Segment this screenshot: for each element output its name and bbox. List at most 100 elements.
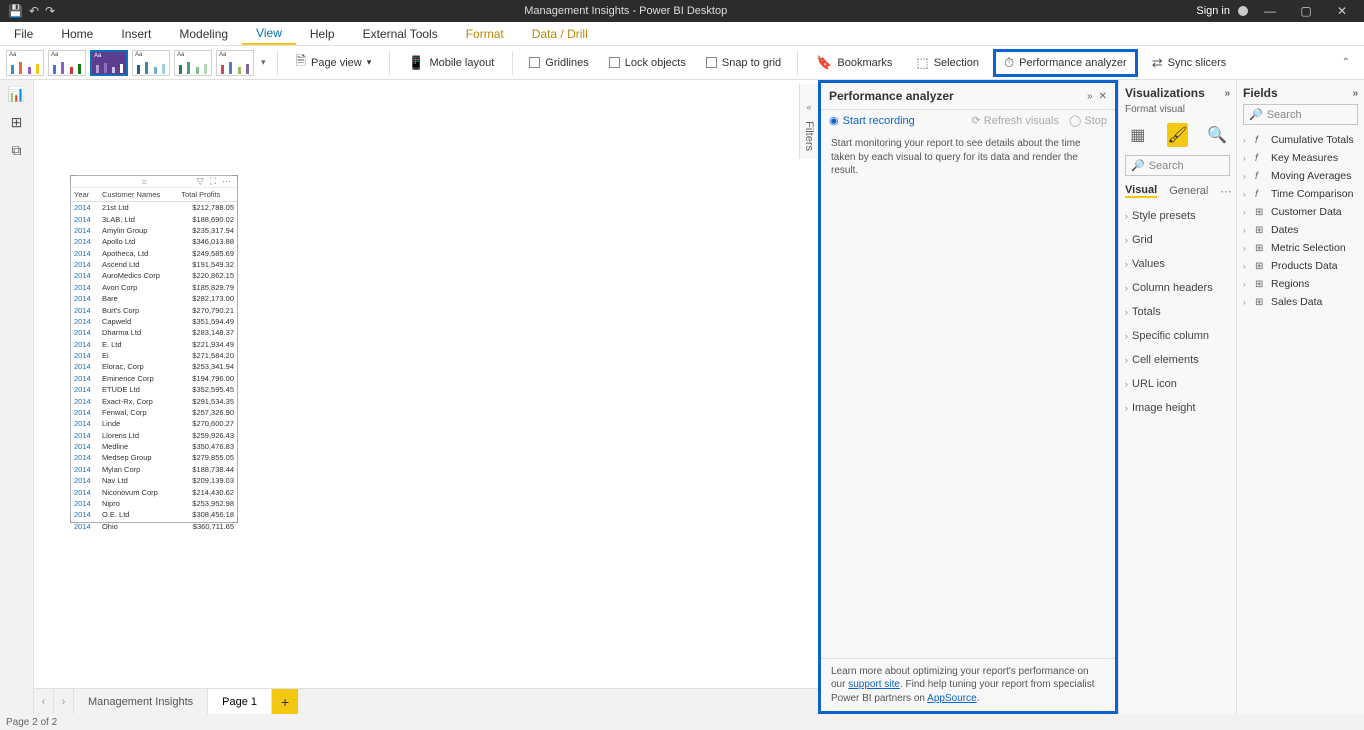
menu-help[interactable]: Help bbox=[296, 22, 349, 45]
appsource-link[interactable]: AppSource bbox=[927, 693, 976, 704]
table-row[interactable]: 201421st Ltd$212,788.05 bbox=[71, 202, 237, 214]
table-row[interactable]: 2014ETUDE Ltd$352,595.45 bbox=[71, 384, 237, 395]
user-avatar-icon[interactable] bbox=[1238, 6, 1248, 16]
field-table[interactable]: ›𝑓Time Comparison bbox=[1243, 185, 1358, 203]
sync-slicers-button[interactable]: ⇄Sync slicers bbox=[1142, 49, 1237, 77]
table-row[interactable]: 2014Medsep Group$279,855.05 bbox=[71, 452, 237, 463]
redo-icon[interactable]: ↷ bbox=[45, 4, 55, 18]
field-table[interactable]: ›⊞Products Data bbox=[1243, 257, 1358, 275]
table-row[interactable]: 2014E. Ltd$221,934.49 bbox=[71, 339, 237, 350]
table-row[interactable]: 2014Avon Corp$185,829.79 bbox=[71, 282, 237, 293]
chevron-right-icon[interactable]: » bbox=[1352, 88, 1358, 99]
table-row[interactable]: 2014Linde$270,600.27 bbox=[71, 418, 237, 429]
minimize-button[interactable]: — bbox=[1256, 4, 1284, 18]
page-tab-1[interactable]: Management Insights bbox=[74, 689, 208, 714]
selection-button[interactable]: ⬚Selection bbox=[906, 49, 989, 77]
field-table[interactable]: ›⊞Metric Selection bbox=[1243, 239, 1358, 257]
undo-icon[interactable]: ↶ bbox=[29, 4, 39, 18]
field-table[interactable]: ›⊞Regions bbox=[1243, 275, 1358, 293]
fields-search-input[interactable]: 🔎Search bbox=[1243, 104, 1358, 125]
support-site-link[interactable]: support site bbox=[848, 679, 900, 690]
menu-insert[interactable]: Insert bbox=[107, 22, 165, 45]
tab-visual[interactable]: Visual bbox=[1125, 184, 1157, 198]
format-visual-icon[interactable]: 🖌 bbox=[1167, 123, 1189, 147]
mobile-layout-button[interactable]: 📱Mobile layout bbox=[398, 49, 504, 77]
gridlines-checkbox[interactable]: Gridlines bbox=[521, 57, 596, 69]
table-row[interactable]: 2014Eminence Corp$194,796.00 bbox=[71, 373, 237, 384]
model-view-icon[interactable]: ⧉ bbox=[7, 142, 27, 158]
menu-data-drill[interactable]: Data / Drill bbox=[518, 22, 602, 45]
field-table[interactable]: ›⊞Dates bbox=[1243, 221, 1358, 239]
table-row[interactable]: 2014Exact-Rx, Corp$291,534.35 bbox=[71, 395, 237, 406]
perf-expand-icon[interactable]: » bbox=[1087, 91, 1093, 102]
tab-general[interactable]: General bbox=[1169, 185, 1208, 197]
field-table[interactable]: ›⊞Customer Data bbox=[1243, 203, 1358, 221]
table-visual[interactable]: ≡ ▽ ⛶ ⋯ YearCustomer NamesTotal Profits … bbox=[70, 175, 238, 523]
refresh-visuals-button[interactable]: ⟳ Refresh visuals bbox=[972, 114, 1059, 127]
signin-label[interactable]: Sign in bbox=[1196, 5, 1230, 17]
format-section[interactable]: ›Totals bbox=[1125, 300, 1230, 324]
menu-view[interactable]: View bbox=[242, 22, 296, 45]
analytics-icon[interactable]: 🔍 bbox=[1206, 123, 1228, 147]
table-row[interactable]: 2014Apollo Ltd$346,013.88 bbox=[71, 236, 237, 247]
table-row[interactable]: 2014Niconovum Corp$214,430.62 bbox=[71, 486, 237, 497]
table-row[interactable]: 2014Apotheca, Ltd$249,585.69 bbox=[71, 248, 237, 259]
format-section[interactable]: ›Image height bbox=[1125, 396, 1230, 420]
save-icon[interactable]: 💾 bbox=[8, 4, 23, 18]
focus-icon[interactable]: ⛶ bbox=[210, 176, 216, 187]
table-row[interactable]: 2014Capweld$351,594.49 bbox=[71, 316, 237, 327]
field-table[interactable]: ›𝑓Moving Averages bbox=[1243, 167, 1358, 185]
stop-button[interactable]: ◯ Stop bbox=[1069, 114, 1107, 127]
drag-handle-icon[interactable]: ≡ bbox=[142, 177, 147, 187]
column-header[interactable]: Year bbox=[71, 188, 99, 202]
menu-home[interactable]: Home bbox=[47, 22, 107, 45]
close-button[interactable]: ✕ bbox=[1328, 4, 1356, 18]
table-row[interactable]: 2014Elorac, Corp$253,341.94 bbox=[71, 361, 237, 372]
format-section[interactable]: ›Style presets bbox=[1125, 204, 1230, 228]
format-section[interactable]: ›Column headers bbox=[1125, 276, 1230, 300]
menu-file[interactable]: File bbox=[0, 22, 47, 45]
table-row[interactable]: 20143LAB, Ltd$188,690.02 bbox=[71, 213, 237, 224]
table-row[interactable]: 2014Ascend Ltd$191,549.32 bbox=[71, 259, 237, 270]
table-row[interactable]: 2014Dharma Ltd$283,148.37 bbox=[71, 327, 237, 338]
table-row[interactable]: 2014Mylan Corp$188,738.44 bbox=[71, 464, 237, 475]
filters-pane-collapsed[interactable]: « Filters bbox=[799, 84, 818, 159]
table-row[interactable]: 2014Fenwal, Corp$257,326.90 bbox=[71, 407, 237, 418]
perf-close-icon[interactable]: ✕ bbox=[1099, 91, 1107, 102]
format-section[interactable]: ›Values bbox=[1125, 252, 1230, 276]
build-visual-icon[interactable]: ▦ bbox=[1127, 123, 1149, 147]
theme-swatch-4[interactable]: Aa bbox=[132, 50, 170, 76]
column-header[interactable]: Customer Names bbox=[99, 188, 178, 202]
table-row[interactable]: 2014Burt's Corp$270,790.21 bbox=[71, 304, 237, 315]
performance-analyzer-button[interactable]: ⏱Performance analyzer bbox=[993, 49, 1138, 77]
page-tab-2[interactable]: Page 1 bbox=[208, 689, 272, 714]
theme-swatch-2[interactable]: Aa bbox=[48, 50, 86, 76]
start-recording-button[interactable]: ◉Start recording bbox=[829, 114, 915, 127]
page-view-button[interactable]: 🗎Page view▾ bbox=[286, 49, 382, 77]
more-icon[interactable]: ⋯ bbox=[222, 176, 231, 187]
table-row[interactable]: 2014Nipro$253,952.98 bbox=[71, 498, 237, 509]
snap-grid-checkbox[interactable]: Snap to grid bbox=[698, 57, 789, 69]
menu-format[interactable]: Format bbox=[452, 22, 518, 45]
report-canvas[interactable]: ≡ ▽ ⛶ ⋯ YearCustomer NamesTotal Profits … bbox=[34, 80, 818, 688]
table-row[interactable]: 2014O.E. Ltd$308,456.18 bbox=[71, 509, 237, 520]
format-section[interactable]: ›Cell elements bbox=[1125, 348, 1230, 372]
table-row[interactable]: 2014Amylin Group$235,317.94 bbox=[71, 225, 237, 236]
ribbon-collapse-icon[interactable]: ⌃ bbox=[1334, 57, 1358, 68]
table-row[interactable]: 2014Ei$271,584.20 bbox=[71, 350, 237, 361]
data-view-icon[interactable]: ⊞ bbox=[7, 114, 27, 130]
format-section[interactable]: ›Specific column bbox=[1125, 324, 1230, 348]
lock-objects-checkbox[interactable]: Lock objects bbox=[601, 57, 694, 69]
field-table[interactable]: ›𝑓Key Measures bbox=[1243, 149, 1358, 167]
table-row[interactable]: 2014Nav Ltd$209,139.03 bbox=[71, 475, 237, 486]
field-table[interactable]: ›⊞Sales Data bbox=[1243, 293, 1358, 311]
table-row[interactable]: 2014Llorens Ltd$259,926.43 bbox=[71, 430, 237, 441]
chevron-right-icon[interactable]: » bbox=[1224, 88, 1230, 99]
report-view-icon[interactable]: 📊 bbox=[7, 86, 27, 102]
page-next-button[interactable]: › bbox=[54, 689, 74, 714]
table-row[interactable]: 2014Bare$282,173.00 bbox=[71, 293, 237, 304]
viz-search-input[interactable]: 🔎Search bbox=[1125, 155, 1230, 176]
filter-icon[interactable]: ▽ bbox=[197, 176, 204, 187]
format-section[interactable]: ›Grid bbox=[1125, 228, 1230, 252]
menu-modeling[interactable]: Modeling bbox=[165, 22, 242, 45]
